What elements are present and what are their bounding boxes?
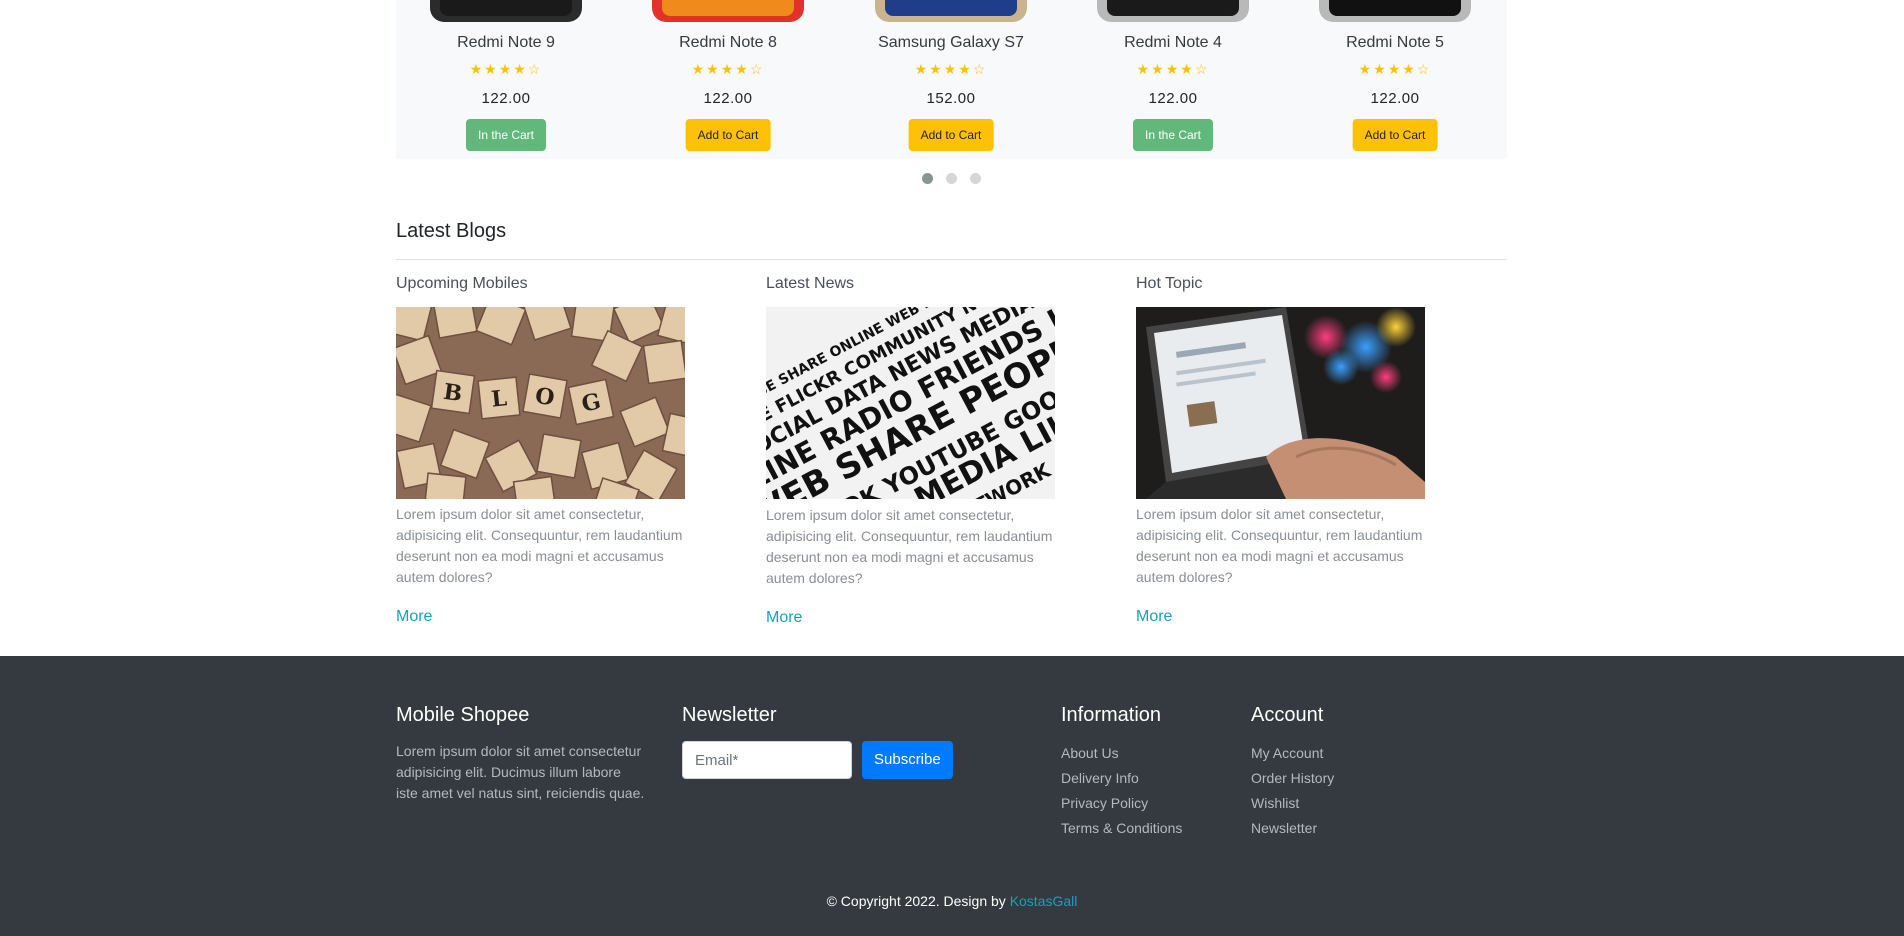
footer-brand: Mobile Shopee Lorem ipsum dolor sit amet… [396, 704, 646, 804]
carousel-dot[interactable] [970, 173, 981, 184]
footer-link-terms[interactable]: Terms & Conditions [1061, 816, 1182, 841]
rating-stars: ★★★★☆ [469, 61, 543, 77]
svg-text:B: B [442, 379, 464, 407]
carousel-dot[interactable] [946, 173, 957, 184]
footer-information: Information About Us Delivery Info Priva… [1061, 704, 1182, 841]
newsletter-title: Newsletter [682, 704, 777, 726]
footer-link-privacy-policy[interactable]: Privacy Policy [1061, 791, 1182, 816]
account-links: My Account Order History Wishlist Newsle… [1251, 741, 1334, 841]
blog-card: Upcoming Mobiles B L O G Lorem ipsum dol… [396, 275, 696, 625]
footer-link-wishlist[interactable]: Wishlist [1251, 791, 1334, 816]
product-card: Redmi Note 5 ★★★★☆ 122.00 Add to Cart [1305, 0, 1485, 159]
product-price: 152.00 [926, 90, 976, 107]
blog-title: Upcoming Mobiles [396, 275, 528, 292]
footer-brand-title: Mobile Shopee [396, 704, 530, 726]
product-price: 122.00 [1148, 90, 1198, 107]
add-to-cart-button[interactable]: Add to Cart [685, 119, 771, 151]
blog-excerpt: Lorem ipsum dolor sit amet consectetur, … [766, 507, 1053, 586]
phone-image [1319, 0, 1471, 22]
more-link[interactable]: More [766, 609, 802, 627]
information-title: Information [1061, 704, 1162, 726]
add-to-cart-button[interactable]: Add to Cart [908, 119, 994, 151]
author-link[interactable]: KostasGall [1010, 893, 1078, 909]
phone-image [430, 0, 582, 22]
blog-excerpt: Lorem ipsum dolor sit amet consectetur, … [396, 506, 683, 585]
blog-excerpt: Lorem ipsum dolor sit amet consectetur, … [1136, 506, 1423, 585]
footer-account: Account My Account Order History Wishlis… [1251, 704, 1334, 841]
product-name[interactable]: Redmi Note 5 [1305, 34, 1485, 52]
product-price: 122.00 [1370, 90, 1420, 107]
rating-stars: ★★★★☆ [914, 61, 988, 77]
add-to-cart-button[interactable]: Add to Cart [1352, 119, 1438, 151]
blog-card: Latest News YOUTUBE SHARE ONLINE WEB DAT… [766, 275, 1066, 626]
phone-image [652, 0, 804, 22]
rating-stars: ★★★★☆ [1358, 61, 1432, 77]
product-price: 122.00 [481, 90, 531, 107]
product-name[interactable]: Redmi Note 8 [638, 34, 818, 52]
more-link[interactable]: More [1136, 608, 1172, 626]
carousel-dot[interactable] [922, 173, 933, 184]
product-card: Redmi Note 8 ★★★★☆ 122.00 Add to Cart [638, 0, 818, 159]
product-name[interactable]: Samsung Galaxy S7 [861, 34, 1041, 52]
copyright-text: © Copyright 2022. Design by [826, 893, 1010, 909]
blog-image-laptop[interactable] [1136, 307, 1425, 499]
footer-link-my-account[interactable]: My Account [1251, 741, 1334, 766]
divider [396, 259, 1507, 260]
product-name[interactable]: Redmi Note 9 [416, 34, 596, 52]
section-title: Latest Blogs [396, 220, 507, 242]
account-title: Account [1251, 704, 1324, 726]
subscribe-button[interactable]: Subscribe [862, 741, 953, 779]
rating-stars: ★★★★☆ [1136, 61, 1210, 77]
footer-link-delivery-info[interactable]: Delivery Info [1061, 766, 1182, 791]
information-links: About Us Delivery Info Privacy Policy Te… [1061, 741, 1182, 841]
blog-card: Hot Topic Lorem ipsum dolor sit amet con… [1136, 275, 1436, 625]
product-card: Redmi Note 9 ★★★★☆ 122.00 In the Cart [416, 0, 596, 159]
footer-link-newsletter[interactable]: Newsletter [1251, 816, 1334, 841]
email-field[interactable] [682, 741, 852, 779]
in-the-cart-button[interactable]: In the Cart [465, 119, 547, 151]
product-card: Samsung Galaxy S7 ★★★★☆ 152.00 Add to Ca… [861, 0, 1041, 159]
product-price: 122.00 [703, 90, 753, 107]
copyright: © Copyright 2022. Design by KostasGall [0, 893, 1904, 909]
svg-text:L: L [490, 385, 508, 412]
footer-link-about-us[interactable]: About Us [1061, 741, 1182, 766]
blog-title: Latest News [766, 275, 855, 292]
phone-image [875, 0, 1027, 22]
blog-image-word-cloud[interactable]: YOUTUBE SHARE ONLINE WEB DATA FRIENDS LI… [766, 307, 1055, 499]
in-the-cart-button[interactable]: In the Cart [1132, 119, 1214, 151]
blog-image-scrabble-tiles[interactable]: B L O G [396, 307, 685, 499]
rating-stars: ★★★★☆ [691, 61, 765, 77]
product-name[interactable]: Redmi Note 4 [1083, 34, 1263, 52]
product-carousel: Redmi Note 9 ★★★★☆ 122.00 In the Cart Re… [396, 0, 1507, 159]
site-footer: Mobile Shopee Lorem ipsum dolor sit amet… [0, 656, 1904, 936]
blog-title: Hot Topic [1136, 275, 1203, 292]
footer-newsletter: Newsletter Subscribe [682, 704, 953, 779]
product-card: Redmi Note 4 ★★★★☆ 122.00 In the Cart [1083, 0, 1263, 159]
phone-image [1097, 0, 1249, 22]
footer-brand-text: Lorem ipsum dolor sit amet consectetur a… [396, 743, 645, 801]
more-link[interactable]: More [396, 608, 432, 626]
footer-link-order-history[interactable]: Order History [1251, 766, 1334, 791]
